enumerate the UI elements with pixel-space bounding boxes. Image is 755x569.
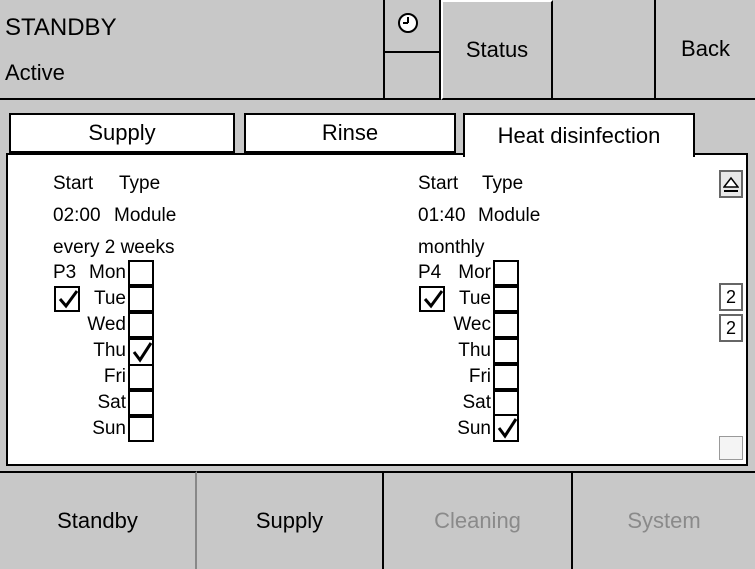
- day-label: Fri: [468, 366, 491, 387]
- checkmark-icon: [497, 418, 518, 439]
- day-label: Sat: [462, 392, 491, 413]
- nav-supply[interactable]: Supply: [197, 471, 384, 569]
- day-label: Fri: [103, 366, 126, 387]
- nav-system[interactable]: System: [573, 471, 755, 569]
- tab-heat-disinfection-label: Heat disinfection: [497, 123, 661, 148]
- day-checkbox-thu[interactable]: [493, 338, 519, 364]
- state-label: Active: [5, 60, 65, 85]
- blank-header-button[interactable]: [553, 0, 656, 100]
- day-checkbox-tue[interactable]: [493, 286, 519, 312]
- day-label: Wec: [453, 314, 491, 335]
- day-checkbox-sun[interactable]: [493, 414, 519, 442]
- tab-supply[interactable]: Supply: [9, 113, 235, 153]
- start-label: Start: [418, 173, 459, 194]
- interval-value[interactable]: monthly: [418, 237, 485, 259]
- day-label: Mon: [89, 262, 126, 283]
- day-checkbox-fri[interactable]: [128, 364, 154, 390]
- start-label: Start: [53, 173, 94, 194]
- back-button[interactable]: Back: [656, 0, 755, 100]
- status-display: STANDBY Active: [0, 0, 385, 100]
- nav-standby-label: Standby: [57, 508, 138, 533]
- day-label: Tue: [93, 288, 126, 309]
- day-checkbox-sun[interactable]: [128, 416, 154, 442]
- day-checkbox-wed[interactable]: [493, 312, 519, 338]
- day-checkbox-thu[interactable]: [128, 338, 154, 366]
- nav-cleaning-label: Cleaning: [434, 508, 521, 533]
- type-label: Type: [119, 173, 161, 194]
- start-time[interactable]: 02:00: [53, 205, 101, 227]
- start-time[interactable]: 01:40: [418, 205, 466, 227]
- day-label: Sun: [457, 418, 491, 439]
- day-checkbox-wed[interactable]: [128, 312, 154, 338]
- checkmark-icon: [132, 342, 153, 363]
- day-label: Sun: [92, 418, 126, 439]
- day-label: Sat: [97, 392, 126, 413]
- type-value[interactable]: Module: [478, 205, 540, 227]
- day-label: Thu: [458, 340, 491, 361]
- scroll-down-button[interactable]: [719, 436, 743, 460]
- status-button[interactable]: Status: [441, 0, 553, 100]
- clock-icon: [398, 13, 418, 33]
- day-checkbox-fri[interactable]: [493, 364, 519, 390]
- day-label: Mor: [458, 262, 491, 283]
- schedule-panel: Start Type 02:00 Module every 2 weeks P3…: [6, 153, 748, 466]
- nav-supply-label: Supply: [255, 508, 324, 533]
- day-checkbox-sat[interactable]: [128, 390, 154, 416]
- day-checkbox-mon[interactable]: [493, 260, 519, 286]
- mode-label: STANDBY: [5, 14, 117, 41]
- nav-system-label: System: [627, 508, 701, 533]
- day-checkbox-sat[interactable]: [493, 390, 519, 416]
- day-label: Thu: [93, 340, 126, 361]
- tab-rinse-label: Rinse: [321, 120, 379, 145]
- day-checkbox-tue[interactable]: [128, 286, 154, 312]
- status-button-label: Status: [465, 37, 529, 62]
- header-small-button[interactable]: [385, 53, 441, 100]
- day-label: Tue: [458, 288, 491, 309]
- tab-supply-label: Supply: [88, 120, 156, 145]
- nav-cleaning[interactable]: Cleaning: [384, 471, 573, 569]
- tab-rinse[interactable]: Rinse: [244, 113, 456, 153]
- arrow-up-icon: [723, 176, 739, 192]
- type-value[interactable]: Module: [114, 205, 176, 227]
- day-checkbox-mon[interactable]: [128, 260, 154, 286]
- back-button-label: Back: [681, 36, 730, 61]
- type-label: Type: [482, 173, 524, 194]
- scroll-up-button[interactable]: [719, 170, 743, 198]
- interval-value[interactable]: every 2 weeks: [53, 237, 174, 259]
- tab-heat-disinfection[interactable]: Heat disinfection: [463, 113, 695, 157]
- clock-button[interactable]: [385, 0, 441, 53]
- nav-standby[interactable]: Standby: [0, 471, 197, 569]
- page-current: 2: [719, 283, 743, 311]
- day-label: Wed: [87, 314, 126, 335]
- page-total: 2: [719, 314, 743, 342]
